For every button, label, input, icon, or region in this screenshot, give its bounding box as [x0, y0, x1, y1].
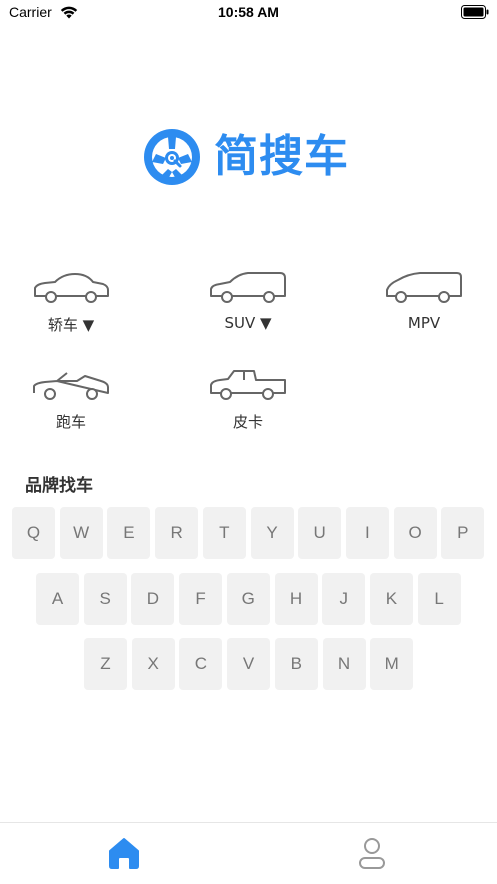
tab-profile[interactable] — [352, 833, 392, 873]
app-logo: 简搜车 — [142, 125, 362, 189]
key-q[interactable]: Q — [12, 507, 55, 559]
key-l[interactable]: L — [417, 573, 461, 625]
key-z[interactable]: Z — [84, 638, 127, 690]
key-x[interactable]: X — [131, 638, 175, 690]
sports-car-icon — [33, 372, 109, 400]
tab-bar — [0, 822, 497, 884]
app-name: 简搜车 — [214, 131, 349, 182]
tab-home[interactable] — [104, 833, 144, 873]
key-n[interactable]: N — [322, 638, 366, 690]
key-f[interactable]: F — [179, 573, 223, 625]
car-type-suv[interactable]: SUV ▼ — [193, 270, 303, 350]
key-b[interactable]: B — [274, 638, 318, 690]
car-type-sedan[interactable]: 轿车 ▼ — [16, 270, 126, 350]
key-k[interactable]: K — [369, 573, 413, 625]
wheel-icon — [144, 129, 200, 185]
key-m[interactable]: M — [370, 638, 414, 690]
car-type-sports[interactable]: 跑车 — [16, 367, 126, 447]
car-type-label: SUV ▼ — [224, 314, 272, 332]
mpv-icon — [386, 272, 462, 303]
key-v[interactable]: V — [227, 638, 271, 690]
car-type-mpv[interactable]: MPV — [369, 270, 479, 350]
key-e[interactable]: E — [107, 507, 151, 559]
key-p[interactable]: P — [441, 507, 485, 559]
car-type-grid: 轿车 ▼ SUV ▼ MPV 跑车 皮卡 — [0, 264, 497, 444]
key-i[interactable]: I — [345, 507, 389, 559]
suv-icon — [210, 272, 286, 303]
pickup-icon — [210, 370, 286, 400]
key-r[interactable]: R — [155, 507, 199, 559]
car-type-label: 跑车 — [55, 413, 86, 431]
key-d[interactable]: D — [131, 573, 175, 625]
car-type-label: 皮卡 — [232, 413, 263, 431]
status-bar: Carrier 10:58 AM — [0, 0, 497, 26]
car-type-label: MPV — [407, 314, 441, 332]
battery-icon — [461, 5, 489, 19]
car-type-label: 轿车 ▼ — [47, 316, 95, 334]
brand-section-title: 品牌找车 — [25, 476, 93, 496]
key-g[interactable]: G — [226, 573, 270, 625]
sedan-icon — [34, 273, 109, 303]
user-icon — [359, 838, 385, 869]
home-icon — [109, 838, 139, 869]
key-h[interactable]: H — [274, 573, 318, 625]
car-type-pickup[interactable]: 皮卡 — [193, 367, 303, 447]
key-a[interactable]: A — [36, 573, 79, 625]
key-u[interactable]: U — [298, 507, 342, 559]
key-y[interactable]: Y — [250, 507, 294, 559]
key-j[interactable]: J — [322, 573, 366, 625]
key-c[interactable]: C — [179, 638, 223, 690]
key-s[interactable]: S — [83, 573, 127, 625]
clock: 10:58 AM — [218, 4, 279, 20]
key-t[interactable]: T — [202, 507, 246, 559]
key-w[interactable]: W — [59, 507, 103, 559]
key-o[interactable]: O — [393, 507, 437, 559]
